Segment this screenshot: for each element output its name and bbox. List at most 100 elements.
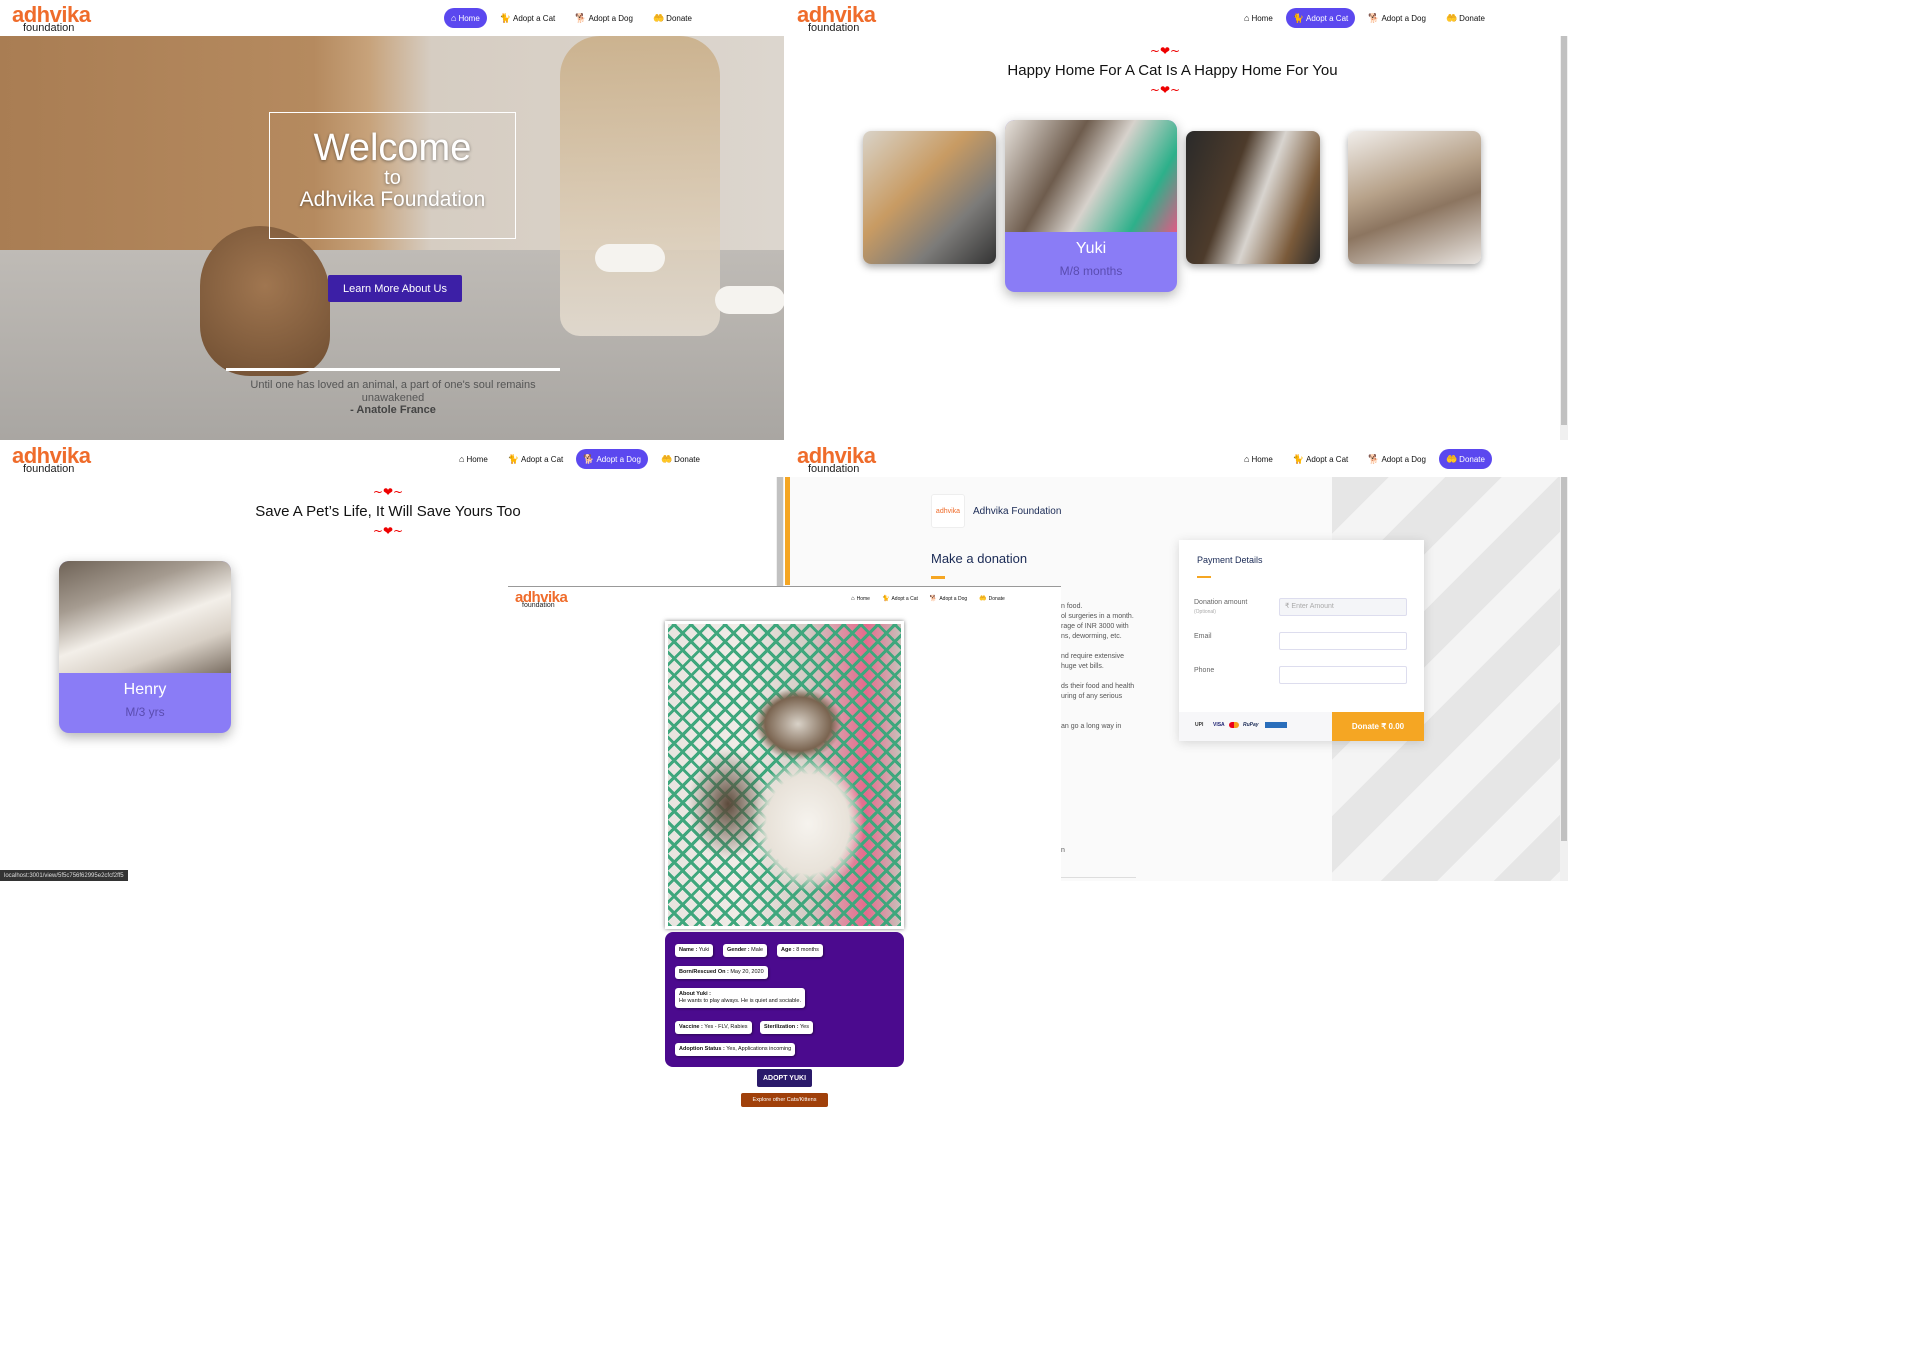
donate-body-line: an go a long way in xyxy=(1061,723,1122,730)
email-field[interactable] xyxy=(1279,632,1407,650)
donate-footer-line xyxy=(1061,877,1136,878)
nav-donate[interactable]: 🤲 Donate xyxy=(1439,8,1492,28)
heart-decoration-bottom: ~❤~ xyxy=(372,524,404,538)
brand-logo[interactable]: adhvika foundation xyxy=(12,4,91,34)
hero-shoe xyxy=(715,286,784,314)
quote-text: Until one has loved an animal, a part of… xyxy=(250,379,536,404)
dog-card-henry[interactable]: Henry M/3 yrs xyxy=(59,561,231,733)
nav-home[interactable]: ⌂ Home xyxy=(444,8,487,28)
cat-name: Yuki xyxy=(1075,240,1107,257)
nav-links: ⌂ Home 🐈 Adopt a Cat 🐕 Adopt a Dog 🤲 Donate xyxy=(1237,449,1492,469)
nav-donate[interactable]: 🤲 Donate xyxy=(974,593,1010,605)
welcome-org: Adhvika Foundation xyxy=(299,188,486,211)
visa-icon: VISA xyxy=(1213,722,1225,728)
nav-links: ⌂ Home 🐈 Adopt a Cat 🐕 Adopt a Dog 🤲 Donate xyxy=(444,8,699,28)
scrollbar[interactable] xyxy=(1560,441,1568,881)
cat-thumbnail[interactable] xyxy=(1348,131,1481,264)
nav-adopt-cat[interactable]: 🐈 Adopt a Cat xyxy=(493,8,562,28)
nav-home[interactable]: ⌂ Home xyxy=(846,593,875,605)
home-icon: ⌂ xyxy=(851,596,855,602)
netbanking-icon xyxy=(1265,722,1287,728)
adopt-cat-panel: adhvika foundation ⌂ Home 🐈 Adopt a Cat 🐕 A… xyxy=(785,0,1568,440)
donate-body-line xyxy=(1061,672,1171,682)
dog-icon: 🐕 xyxy=(575,12,587,23)
donate-body-line: ns, deworming, etc. xyxy=(1061,633,1122,640)
nav-adopt-dog[interactable]: 🐕 Adopt a Dog xyxy=(1361,8,1433,28)
home-icon: ⌂ xyxy=(1244,12,1250,23)
org-name: Adhvika Foundation xyxy=(973,506,1062,517)
scrollbar-thumb[interactable] xyxy=(1561,441,1567,841)
brand-logo[interactable]: adhvika foundation xyxy=(515,590,568,609)
about-chip: About Yuki : He wants to play always. He … xyxy=(675,988,805,1008)
cat-card-yuki[interactable]: Yuki M/8 months xyxy=(1005,120,1177,292)
payment-details-box: Payment Details Donation amount (Optiona… xyxy=(1179,540,1424,741)
nav-adopt-cat[interactable]: 🐈 Adopt a Cat xyxy=(501,449,570,469)
home-icon: ⌂ xyxy=(1244,453,1250,464)
phone-field[interactable] xyxy=(1279,666,1407,684)
dog-icon: 🐕 xyxy=(1368,12,1380,23)
cat-thumbnail[interactable] xyxy=(1186,131,1320,264)
scrollbar-thumb[interactable] xyxy=(1561,0,1567,425)
nav-adopt-cat[interactable]: 🐈 Adopt a Cat xyxy=(1286,449,1355,469)
org-logo-small: adhvika xyxy=(931,494,965,528)
brand-logo[interactable]: adhvika foundation xyxy=(12,445,91,475)
donate-body-line xyxy=(1061,712,1171,722)
brand-logo[interactable]: adhvika foundation xyxy=(797,4,876,34)
nav-adopt-cat[interactable]: 🐈 Adopt a Cat xyxy=(877,593,923,605)
donate-body-line: uring of any serious xyxy=(1061,693,1123,700)
welcome-box: Welcome to Adhvika Foundation xyxy=(269,112,516,239)
cat-detail-photo xyxy=(665,621,904,929)
donate-hand-icon: 🤲 xyxy=(1445,12,1458,23)
nav-home[interactable]: ⌂ Home xyxy=(1237,449,1280,469)
scrollbar[interactable] xyxy=(1560,0,1568,440)
adoption-status-chip: Adoption Status : Yes, Applications inco… xyxy=(675,1043,796,1056)
nav-adopt-dog[interactable]: 🐕 Adopt a Dog xyxy=(576,449,648,469)
age-chip: Age : 8 months xyxy=(777,944,823,957)
heart-decoration-top: ~❤~ xyxy=(372,485,404,499)
page-title: Save A Pet’s Life, It Will Save Yours To… xyxy=(255,503,521,520)
payment-methods: UPI VISA RuPay xyxy=(1179,712,1332,741)
cat-photo xyxy=(1005,120,1177,232)
donate-hand-icon: 🤲 xyxy=(660,453,673,464)
cat-icon: 🐈 xyxy=(1292,453,1304,464)
donation-amount-input[interactable]: ₹ Enter Amount xyxy=(1279,598,1407,616)
adopt-yuki-button[interactable]: ADOPT YUKI xyxy=(757,1069,812,1087)
nav-home[interactable]: ⌂ Home xyxy=(1237,8,1280,28)
nav-adopt-dog[interactable]: 🐕 Adopt a Dog xyxy=(925,593,972,605)
donation-heading: Make a donation xyxy=(931,551,1028,566)
nav-adopt-cat[interactable]: 🐈 Adopt a Cat xyxy=(1285,8,1356,28)
donate-body-line xyxy=(1061,702,1171,712)
nav-adopt-dog[interactable]: 🐕 Adopt a Dog xyxy=(568,8,640,28)
amount-hint: (Optional) xyxy=(1194,609,1216,615)
nav-adopt-dog[interactable]: 🐕 Adopt a Dog xyxy=(1361,449,1433,469)
cat-icon: 🐈 xyxy=(499,12,511,23)
cat-info: M/8 months xyxy=(1059,264,1123,278)
navbar: adhvika foundation ⌂ Home 🐈 Adopt a Cat 🐕 A… xyxy=(0,441,784,477)
explore-cats-button[interactable]: Explore other Cats/Kittens xyxy=(741,1093,828,1107)
donate-body-text: n food. ol surgeries in a month. rage of I… xyxy=(1061,602,1171,732)
nav-donate[interactable]: 🤲 Donate xyxy=(1438,449,1492,469)
payment-title: Payment Details xyxy=(1197,555,1263,565)
born-chip: Born/Rescued On : May 20, 2020 xyxy=(675,966,768,979)
nav-links: ⌂ Home 🐈 Adopt a Cat 🐕 Adopt a Dog 🤲 Donate xyxy=(452,449,707,469)
navbar: adhvika foundation ⌂ Home 🐈 Adopt a Cat 🐕 A… xyxy=(785,441,1568,477)
learn-more-button[interactable]: Learn More About Us xyxy=(328,275,462,302)
donate-hand-icon: 🤲 xyxy=(979,596,987,602)
hero-dog xyxy=(200,226,330,376)
accent-bar xyxy=(785,477,790,585)
home-page-panel: adhvika foundation ⌂ Home 🐈 Adopt a Cat 🐕 A… xyxy=(0,0,784,440)
nav-donate[interactable]: 🤲 Donate xyxy=(654,449,707,469)
upi-icon: UPI xyxy=(1195,722,1204,728)
nav-donate[interactable]: 🤲 Donate xyxy=(646,8,699,28)
donate-submit-button[interactable]: Donate ₹ 0.00 xyxy=(1332,712,1424,741)
donate-body-line: rage of INR 3000 with xyxy=(1061,623,1129,630)
nav-home[interactable]: ⌂ Home xyxy=(452,449,495,469)
heading-underline xyxy=(931,576,945,579)
mastercard-icon xyxy=(1229,722,1239,728)
navbar: adhvika foundation ⌂ Home 🐈 Adopt a Cat 🐕 A… xyxy=(0,0,784,36)
dog-icon: 🐕 xyxy=(1368,453,1380,464)
cat-thumbnail[interactable] xyxy=(863,131,996,264)
brand-logo[interactable]: adhvika foundation xyxy=(797,445,876,475)
quote-divider xyxy=(226,368,560,371)
dog-icon: 🐕 xyxy=(929,596,938,602)
